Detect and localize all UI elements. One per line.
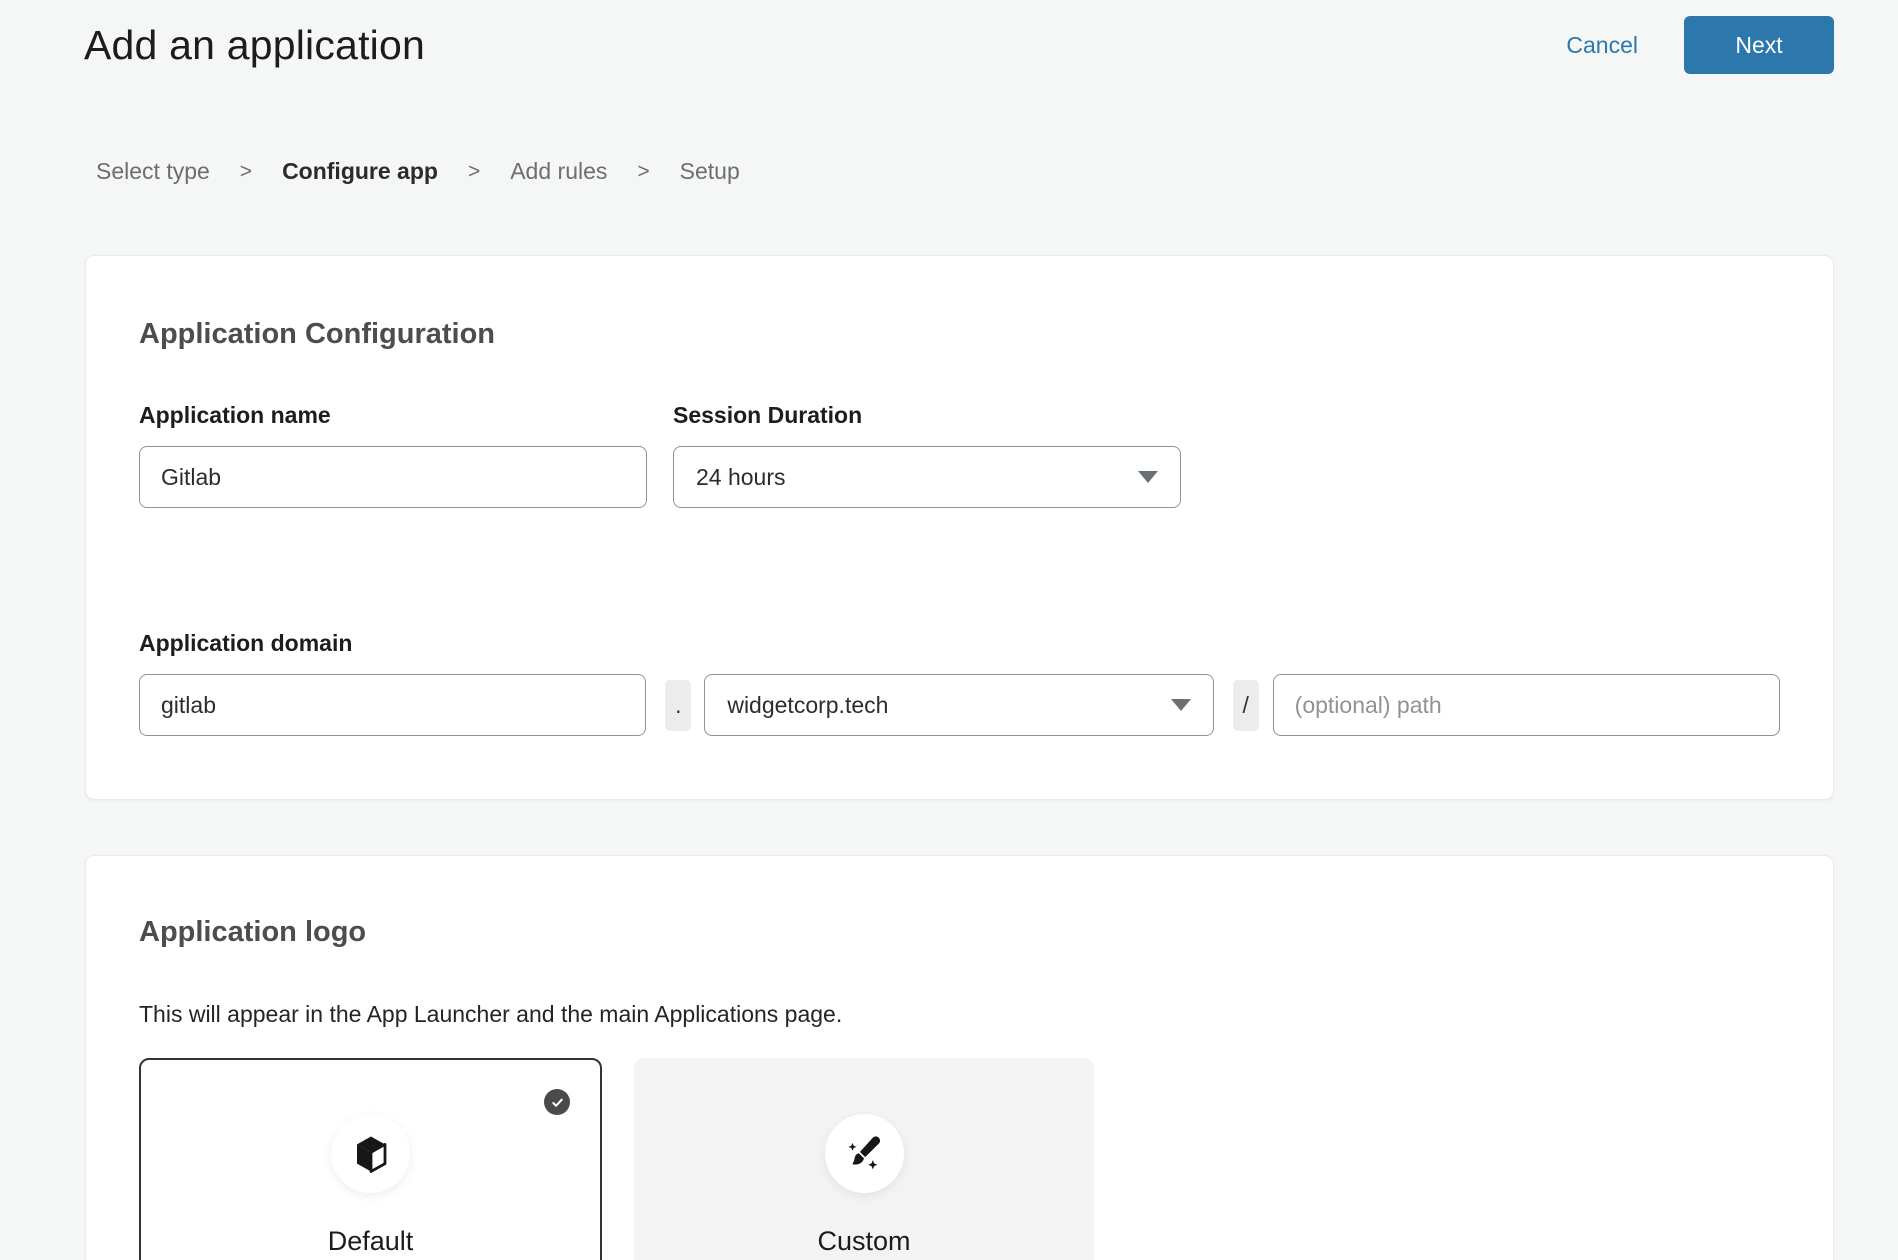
application-name-label: Application name <box>139 401 647 429</box>
logo-options-row: Default Custom <box>139 1058 1780 1260</box>
chevron-down-icon <box>1171 699 1191 711</box>
breadcrumb-separator: > <box>240 160 252 184</box>
default-logo-circle <box>331 1114 410 1193</box>
logo-card-description: This will appear in the App Launcher and… <box>139 1000 1780 1028</box>
session-duration-label: Session Duration <box>673 401 1181 429</box>
application-configuration-card: Application Configuration Application na… <box>85 255 1834 800</box>
subdomain-input[interactable] <box>139 674 646 736</box>
step-configure-app[interactable]: Configure app <box>282 158 438 185</box>
path-input[interactable] <box>1273 674 1780 736</box>
logo-card-heading: Application logo <box>139 914 1780 950</box>
dot-separator: . <box>665 680 691 731</box>
step-select-type[interactable]: Select type <box>96 158 210 185</box>
domain-select[interactable]: widgetcorp.tech <box>704 674 1213 736</box>
session-duration-select[interactable]: 24 hours <box>673 446 1181 508</box>
logo-option-label: Custom <box>817 1226 910 1257</box>
application-domain-field-group: Application domain . widgetcorp.tech / <box>139 629 1780 736</box>
cube-icon <box>350 1133 392 1175</box>
wizard-breadcrumb: Select type > Configure app > Add rules … <box>96 158 1898 185</box>
page-header: Add an application Cancel Next <box>0 0 1898 74</box>
custom-logo-circle <box>825 1114 904 1193</box>
chevron-down-icon <box>1138 471 1158 483</box>
breadcrumb-separator: > <box>468 160 480 184</box>
logo-option-custom[interactable]: Custom <box>634 1058 1094 1260</box>
application-logo-card: Application logo This will appear in the… <box>85 855 1834 1260</box>
application-name-field-group: Application name <box>139 401 647 508</box>
application-domain-row: . widgetcorp.tech / <box>139 674 1780 736</box>
name-duration-row: Application name Session Duration 24 hou… <box>139 401 1780 508</box>
cancel-button[interactable]: Cancel <box>1566 32 1638 59</box>
paintbrush-icon <box>841 1131 887 1177</box>
page-title: Add an application <box>84 22 1566 69</box>
check-icon <box>550 1095 565 1110</box>
domain-select-value: widgetcorp.tech <box>727 692 1170 719</box>
slash-separator: / <box>1233 680 1259 731</box>
step-add-rules[interactable]: Add rules <box>510 158 607 185</box>
logo-option-label: Default <box>328 1226 414 1257</box>
config-card-heading: Application Configuration <box>139 316 1780 352</box>
logo-option-default[interactable]: Default <box>139 1058 602 1260</box>
session-duration-value: 24 hours <box>696 464 1138 491</box>
application-domain-label: Application domain <box>139 629 1780 657</box>
session-duration-field-group: Session Duration 24 hours <box>673 401 1181 508</box>
application-name-input[interactable] <box>139 446 647 508</box>
selected-check-badge <box>544 1089 570 1115</box>
breadcrumb-separator: > <box>637 160 649 184</box>
step-setup[interactable]: Setup <box>680 158 740 185</box>
next-button[interactable]: Next <box>1684 16 1834 74</box>
